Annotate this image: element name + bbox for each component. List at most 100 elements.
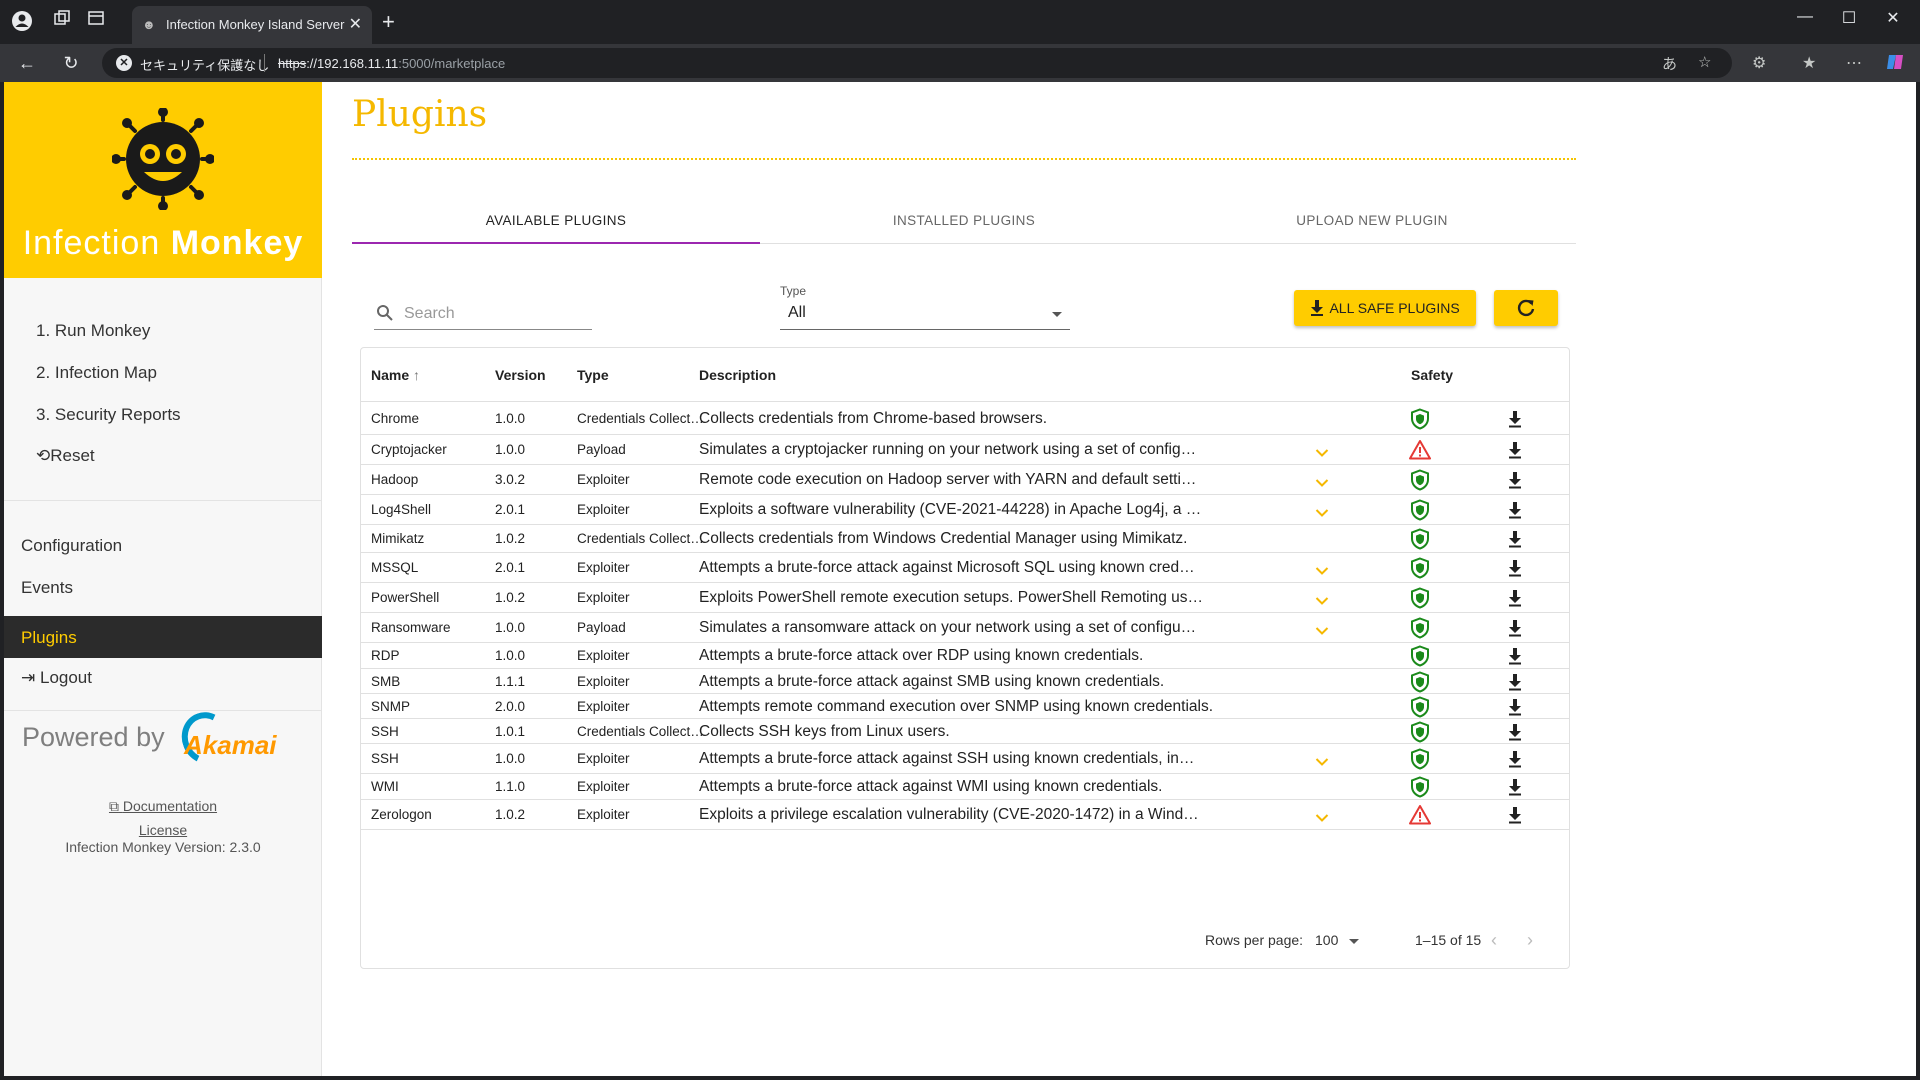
maximize-icon[interactable]: ☐ [1826,8,1872,28]
rows-per-page-label: Rows per page: [1205,932,1304,948]
favorites-icon[interactable]: ★ [1802,53,1816,73]
download-plugin-icon[interactable] [1507,471,1523,489]
expand-description-icon[interactable] [1315,754,1329,766]
refresh-button[interactable] [1494,290,1558,326]
rows-per-page-select[interactable]: 100 [1315,932,1338,948]
close-window-icon[interactable]: ✕ [1870,8,1916,28]
table-row[interactable]: SSH 1.0.0 Exploiter Attempts a brute-force … [361,744,1569,774]
nav-events[interactable]: Events [21,578,73,598]
translate-icon[interactable]: あ [1662,53,1677,74]
expand-description-icon[interactable] [1315,593,1329,605]
not-secure-icon[interactable]: ✕ [116,55,132,71]
download-plugin-icon[interactable] [1507,619,1523,637]
safe-shield-icon [1409,557,1431,579]
reload-icon[interactable]: ↻ [58,50,84,76]
table-row[interactable]: SSH 1.0.1 Credentials Collect… Collects SSH… [361,719,1569,744]
download-plugin-icon[interactable] [1507,778,1523,796]
back-icon[interactable]: ← [14,50,40,76]
plugin-version: 1.0.2 [495,531,526,546]
new-tab-icon[interactable]: + [382,9,395,35]
download-plugin-icon[interactable] [1507,530,1523,548]
documentation-link[interactable]: ⧉ Documentation [4,798,322,815]
close-tab-icon[interactable]: ✕ [349,14,362,34]
plugin-version: 2.0.1 [495,560,526,575]
download-plugin-icon[interactable] [1507,647,1523,665]
download-plugin-icon[interactable] [1507,750,1523,768]
previous-page-icon[interactable]: ‹ [1491,930,1497,951]
plugin-type: Exploiter [577,807,630,822]
download-plugin-icon[interactable] [1507,673,1523,691]
logo[interactable]: Infection Monkey [4,82,322,278]
search-input[interactable] [404,302,584,326]
browser-tab[interactable]: ☻ Infection Monkey Island Server ✕ [132,6,372,44]
profile-icon[interactable] [10,10,34,34]
expand-description-icon[interactable] [1315,475,1329,487]
tab-actions-icon[interactable] [84,10,108,34]
minimize-icon[interactable]: — [1782,8,1828,26]
table-row[interactable]: SNMP 2.0.0 Exploiter Attempts remote comman… [361,694,1569,719]
type-filter-select[interactable]: All [780,300,1070,330]
download-plugin-icon[interactable] [1507,501,1523,519]
more-menu-icon[interactable]: ⋯ [1846,53,1862,73]
next-page-icon[interactable]: › [1527,930,1533,951]
install-all-safe-plugins-button[interactable]: ALL SAFE PLUGINS [1294,290,1476,326]
workspaces-icon[interactable] [50,10,74,34]
table-row[interactable]: Mimikatz 1.0.2 Credentials Collect… Collect… [361,525,1569,553]
table-row[interactable]: PowerShell 1.0.2 Exploiter Exploits PowerSh… [361,583,1569,613]
extensions-icon[interactable]: ⚙ [1752,53,1766,73]
plugin-description: Attempts a brute-force attack against SS… [699,750,1195,767]
plugin-type: Payload [577,442,626,457]
expand-description-icon[interactable] [1315,623,1329,635]
table-row[interactable]: Ransomware 1.0.0 Payload Simulates a ransom… [361,613,1569,643]
table-row[interactable]: Chrome 1.0.0 Credentials Collect… Collects … [361,403,1569,435]
expand-description-icon[interactable] [1315,810,1329,822]
plugin-type: Exploiter [577,674,630,689]
plugin-version: 1.0.0 [495,648,526,663]
nav-logout[interactable]: ⇥ Logout [21,668,92,688]
tab-available-plugins[interactable]: AVAILABLE PLUGINS [352,202,760,244]
nav-configuration[interactable]: Configuration [21,536,122,556]
expand-description-icon[interactable] [1315,505,1329,517]
nav-reset[interactable]: ⟲Reset [36,446,95,466]
table-row[interactable]: RDP 1.0.0 Exploiter Attempts a brute-force … [361,643,1569,669]
expand-description-icon[interactable] [1315,445,1329,457]
expand-description-icon[interactable] [1315,563,1329,575]
nav-infection-map[interactable]: 2. Infection Map [36,363,157,383]
browser-tab-bar: ☻ Infection Monkey Island Server ✕ + — ☐… [0,0,1920,44]
tab-installed-plugins[interactable]: INSTALLED PLUGINS [760,202,1168,244]
license-link[interactable]: License [4,822,322,838]
table-row[interactable]: SMB 1.1.1 Exploiter Attempts a brute-force … [361,669,1569,694]
copilot-icon[interactable] [1886,53,1904,76]
security-label[interactable]: セキュリティ保護なし [140,55,269,74]
nav-plugins[interactable]: Plugins [4,616,322,658]
download-plugin-icon[interactable] [1507,559,1523,577]
favorite-star-icon[interactable]: ☆ [1698,53,1711,71]
nav-security-reports[interactable]: 3. Security Reports [36,405,181,425]
download-plugin-icon[interactable] [1507,806,1523,824]
search-field[interactable] [374,300,592,330]
nav-run-monkey[interactable]: 1. Run Monkey [36,321,150,341]
download-plugin-icon[interactable] [1507,410,1523,428]
table-header: Name ↑ Version Type Description Safety [361,348,1569,402]
column-header-description[interactable]: Description [699,367,776,383]
table-row[interactable]: MSSQL 2.0.1 Exploiter Attempts a brute-forc… [361,553,1569,583]
table-row[interactable]: Log4Shell 2.0.1 Exploiter Exploits a softwa… [361,495,1569,525]
download-plugin-icon[interactable] [1507,589,1523,607]
download-plugin-icon[interactable] [1507,723,1523,741]
column-header-safety[interactable]: Safety [1411,367,1453,383]
url-text[interactable]: https://192.168.11.11:5000/marketplace [278,56,505,71]
download-plugin-icon[interactable] [1507,698,1523,716]
table-row[interactable]: Cryptojacker 1.0.0 Payload Simulates a cryp… [361,435,1569,465]
column-header-type[interactable]: Type [577,367,609,383]
unsafe-warning-icon [1409,439,1431,461]
table-row[interactable]: Zerologon 1.0.2 Exploiter Exploits a privil… [361,800,1569,830]
download-plugin-icon[interactable] [1507,441,1523,459]
table-row[interactable]: Hadoop 3.0.2 Exploiter Remote code executio… [361,465,1569,495]
omnibox[interactable]: ✕ セキュリティ保護なし https://192.168.11.11:5000/… [102,48,1732,78]
tab-upload-plugin[interactable]: UPLOAD NEW PLUGIN [1168,202,1576,244]
column-header-name[interactable]: Name ↑ [371,367,420,383]
table-row[interactable]: WMI 1.1.0 Exploiter Attempts a brute-force … [361,774,1569,800]
safe-shield-icon [1409,671,1431,693]
plugin-type: Exploiter [577,751,630,766]
column-header-version[interactable]: Version [495,367,546,383]
